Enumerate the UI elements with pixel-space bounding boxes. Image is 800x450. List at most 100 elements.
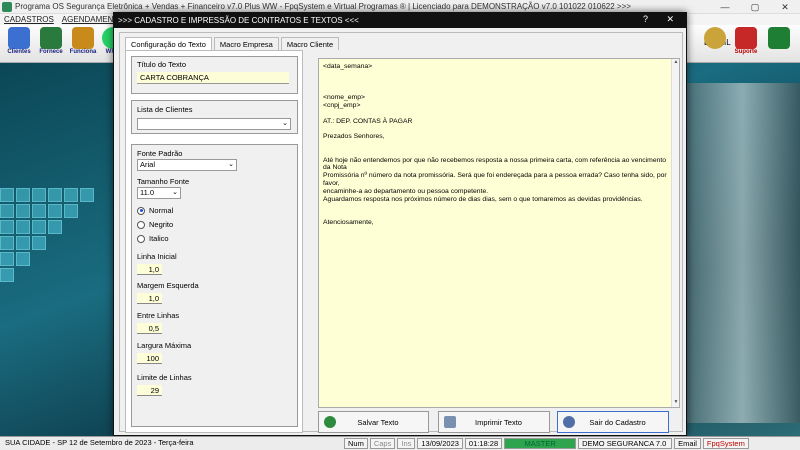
wallpaper-machine [685,83,800,423]
editor-line [323,149,675,157]
status-caps: Caps [369,438,396,449]
printer-icon [444,416,456,428]
titulo-input[interactable]: CARTA COBRANÇA [137,72,289,84]
radio-label: Italico [149,234,169,243]
support-icon [735,27,757,49]
close-window-button[interactable]: ✕ [770,0,800,14]
window-title: Programa OS Segurança Eletrônica + Venda… [15,2,631,11]
largura-input[interactable]: 100 [137,353,162,364]
wallpaper-tile [64,188,78,202]
fonte-select[interactable]: Arial ⌄ [137,159,237,171]
editor-line: Até hoje não entendemos por que não rece… [323,156,668,172]
margem-label: Margem Esquerda [137,281,199,290]
dialog-body: Configuração do Texto Macro Empresa Macr… [119,32,683,433]
tamanho-label: Tamanho Fonte [137,177,190,186]
toolbar-funciona-button[interactable]: Funciona [68,26,98,62]
editor-line [323,125,675,133]
radio-label: Normal [149,206,174,215]
linha-inicial-input[interactable]: 1,0 [137,264,162,275]
wallpaper-tile [32,236,46,250]
lista-clientes-select[interactable]: ⌄ [137,118,291,130]
dialog-titlebar: >>> CADASTRO E IMPRESSÃO DE CONTRATOS E … [114,13,686,28]
contract-dialog: >>> CADASTRO E IMPRESSÃO DE CONTRATOS E … [113,12,687,436]
editor-line [323,110,675,118]
scroll-down-icon[interactable]: ▼ [672,399,679,407]
exit-cadastro-label: Sair do Cadastro [589,417,646,427]
editor-line: Prezados Senhores, [323,133,385,141]
exit-cadastro-button[interactable]: Sair do Cadastro [557,411,669,433]
chevron-down-icon: ⌄ [228,161,234,168]
editor-line [323,71,675,79]
status-num: Num [344,438,368,449]
toolbar-label: Suporte [734,49,758,55]
tab-macro-empresa[interactable]: Macro Empresa [213,37,279,50]
wallpaper-tile [0,236,14,250]
chevron-down-icon: ⌄ [282,120,288,127]
titulo-label: Título do Texto [137,60,187,69]
dialog-title: >>> CADASTRO E IMPRESSÃO DE CONTRATOS E … [118,16,359,25]
wallpaper-tile [32,188,46,202]
maximize-button[interactable]: ▢ [740,0,770,14]
wallpaper-tile [16,236,30,250]
wallpaper-tile [80,188,94,202]
config-panel: Título do Texto CARTA COBRANÇA Lista de … [125,50,303,433]
font-settings-group: Fonte Padrão Arial ⌄ Tamanho Fonte 11.0 … [131,144,298,427]
wallpaper-tile [16,188,30,202]
wallpaper-tile [16,204,30,218]
editor-content: <data_semana> <nome_emp> <cnpj_emp> AT.: … [323,63,675,227]
entre-linhas-input[interactable]: 0,5 [137,323,162,334]
editor-line [323,86,675,94]
app-icon [2,1,12,12]
status-email[interactable]: Email [674,438,701,449]
toolbar-label: Fornece [39,49,63,55]
editor-line: <data_semana> [323,63,373,70]
coins-icon [704,27,726,49]
editor-line: <cnpj_emp> [323,101,361,109]
save-text-button[interactable]: Salvar Texto [318,411,429,433]
scroll-up-icon[interactable]: ▲ [672,59,679,67]
minimize-button[interactable]: — [710,0,740,14]
fonte-value: Arial [140,160,156,169]
editor-scrollbar[interactable]: ▲ ▼ [671,59,679,407]
toolbar-coins-button[interactable] [700,26,730,62]
status-brand: FpqSystem [702,438,749,449]
lista-clientes-group: Lista de Clientes ⌄ [131,100,298,134]
limite-input[interactable]: 29 [137,385,162,396]
dialog-close-button[interactable]: ✕ [666,14,674,25]
text-editor[interactable]: <data_semana> <nome_emp> <cnpj_emp> AT.: … [318,58,680,408]
toolbar-exit-button[interactable] [764,26,794,62]
check-icon [324,416,336,428]
tamanho-value: 11.0 [140,188,155,197]
tamanho-select[interactable]: 11.0 ⌄ [137,187,181,199]
toolbar-suporte-button[interactable]: Suporte [730,26,762,62]
titulo-group: Título do Texto CARTA COBRANÇA [131,56,298,94]
editor-line [323,203,675,211]
style-normal-radio[interactable]: Normal [137,206,173,215]
status-company: DEMO SEGURANCA 7.0 [578,438,673,449]
editor-line: Promissória nº número da nota promissóri… [323,172,669,187]
print-text-button[interactable]: Imprimir Texto [438,411,550,433]
editor-line [323,79,675,87]
status-ins: Ins [397,438,416,449]
margem-input[interactable]: 1,0 [137,293,162,304]
entre-linhas-label: Entre Linhas [137,311,180,320]
style-italico-radio[interactable]: Italico [137,234,169,243]
lista-clientes-label: Lista de Clientes [137,105,193,114]
menu-cadastros[interactable]: CADASTROS [4,15,54,24]
status-date: 13/09/2023 [417,438,463,449]
toolbar-label: Clientes [7,49,31,55]
editor-line: Aguardamos resposta nos próximos número … [323,195,643,203]
tab-configuracao[interactable]: Configuração do Texto [125,37,212,50]
fonte-label: Fonte Padrão [137,149,183,158]
status-master: MASTER [504,438,577,449]
toolbar-fornece-button[interactable]: Fornece [36,26,66,62]
window-controls: — ▢ ✕ [710,0,800,14]
save-text-label: Salvar Texto [357,417,399,427]
tab-macro-cliente[interactable]: Macro Cliente [280,37,340,50]
radio-dot [137,220,145,229]
toolbar-clientes-button[interactable]: Clientes [4,26,34,62]
wallpaper-tile [16,220,30,234]
style-negrito-radio[interactable]: Negrito [137,220,173,229]
users-icon [8,27,30,49]
help-button[interactable]: ? [643,14,648,24]
